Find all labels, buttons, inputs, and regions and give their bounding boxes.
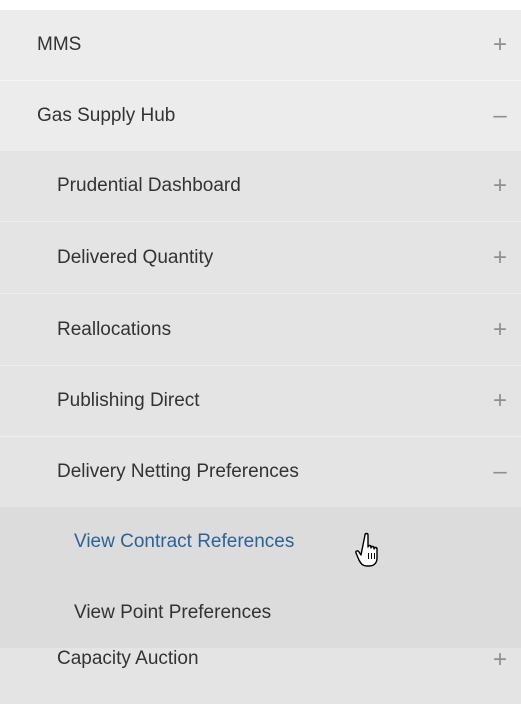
menu-item-delivered-quantity[interactable]: Delivered Quantity +: [0, 222, 521, 293]
menu-item-publishing-direct[interactable]: Publishing Direct +: [0, 366, 521, 436]
expand-plus-icon[interactable]: +: [489, 245, 511, 270]
menu-item-label: Gas Supply Hub: [37, 105, 176, 126]
submenu-link-label[interactable]: View Contract References: [74, 531, 294, 553]
menu-item-label: Prudential Dashboard: [57, 175, 241, 196]
expand-plus-icon[interactable]: +: [489, 174, 511, 198]
collapse-minus-icon[interactable]: –: [489, 460, 511, 484]
menu-item-label: Publishing Direct: [57, 390, 200, 411]
expand-plus-icon[interactable]: +: [489, 33, 511, 57]
side-navigation-menu: MMS + Gas Supply Hub – Prudential Dashbo…: [0, 0, 521, 704]
expand-plus-icon[interactable]: +: [489, 648, 511, 672]
menu-item-mms[interactable]: MMS +: [0, 10, 521, 80]
menu-item-label: Capacity Auction: [57, 648, 199, 669]
expand-plus-icon[interactable]: +: [489, 389, 511, 413]
menu-item-label: Delivered Quantity: [57, 246, 214, 268]
submenu-link-view-point-preferences[interactable]: View Point Preferences: [0, 577, 521, 648]
expand-plus-icon[interactable]: +: [489, 317, 511, 342]
submenu-link-label[interactable]: View Point Preferences: [74, 602, 271, 624]
menu-item-delivery-netting-preferences[interactable]: Delivery Netting Preferences –: [0, 437, 521, 507]
menu-item-label: Reallocations: [57, 318, 172, 340]
menu-item-label: MMS: [37, 34, 82, 55]
submenu-link-view-contract-references[interactable]: View Contract References: [0, 507, 521, 577]
menu-item-label: Delivery Netting Preferences: [57, 461, 299, 482]
menu-item-capacity-auction[interactable]: Capacity Auction +: [0, 648, 521, 704]
menu-item-gas-supply-hub[interactable]: Gas Supply Hub –: [0, 81, 521, 151]
menu-item-prudential-dashboard[interactable]: Prudential Dashboard +: [0, 151, 521, 221]
collapse-minus-icon[interactable]: –: [489, 104, 511, 128]
menu-item-reallocations[interactable]: Reallocations +: [0, 294, 521, 365]
